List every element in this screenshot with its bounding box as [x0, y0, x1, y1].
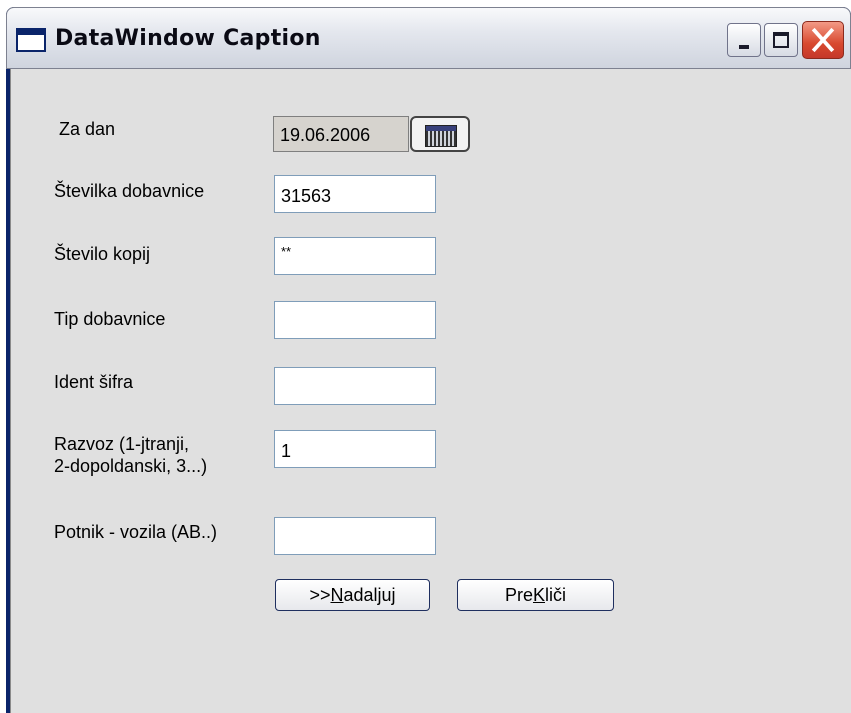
za-dan-input[interactable]: 19.06.2006: [273, 116, 409, 152]
data-window: DataWindow Caption Za dan 19.06.2006 Šte…: [6, 7, 851, 713]
form-area: Za dan 19.06.2006 Številka dobavnice 315…: [10, 69, 851, 713]
za-dan-label: Za dan: [59, 119, 116, 139]
razvoz-label: Razvoz (1-jtranji, 2-dopoldanski, 3...): [54, 433, 207, 477]
stevilo-kopij-label: Število kopij: [54, 244, 151, 264]
calendar-button[interactable]: [410, 116, 470, 152]
stevilo-kopij-input[interactable]: **: [274, 237, 436, 275]
close-icon: [811, 27, 835, 53]
stevilka-dobavnice-label: Številka dobavnice: [54, 181, 205, 201]
title-bar[interactable]: DataWindow Caption: [6, 7, 851, 69]
razvoz-label-line2: 2-dopoldanski, 3...): [54, 456, 208, 476]
maximize-button[interactable]: [764, 23, 798, 57]
nadaljuj-mnemonic: N: [330, 585, 344, 605]
nadaljuj-rest: adaljuj: [343, 585, 396, 605]
tip-dobavnice-label: Tip dobavnice: [54, 309, 166, 329]
maximize-icon: [773, 32, 789, 48]
tip-dobavnice-input[interactable]: [274, 301, 436, 339]
preklici-mnemonic: K: [533, 585, 546, 605]
calendar-icon: [425, 125, 457, 147]
razvoz-label-line1: Razvoz (1-jtranji,: [54, 434, 190, 454]
nadaljuj-prefix: >>: [309, 585, 331, 605]
preklici-prefix: Pre: [504, 585, 533, 605]
nadaljuj-button[interactable]: >>Nadaljuj: [275, 579, 430, 611]
close-button[interactable]: [802, 21, 844, 59]
potnik-vozila-label: Potnik - vozila (AB..): [54, 522, 218, 542]
minimize-icon: [739, 45, 749, 49]
window-title: DataWindow Caption: [55, 26, 321, 51]
ident-sifra-input[interactable]: [274, 367, 436, 405]
stevilka-dobavnice-input[interactable]: 31563: [274, 175, 436, 213]
razvoz-input[interactable]: 1: [274, 430, 436, 468]
window-icon: [16, 28, 46, 52]
preklici-button[interactable]: PreKliči: [457, 579, 614, 611]
minimize-button[interactable]: [727, 23, 761, 57]
ident-sifra-label: Ident šifra: [54, 372, 134, 392]
preklici-rest: liči: [545, 585, 567, 605]
potnik-vozila-input[interactable]: [274, 517, 436, 555]
